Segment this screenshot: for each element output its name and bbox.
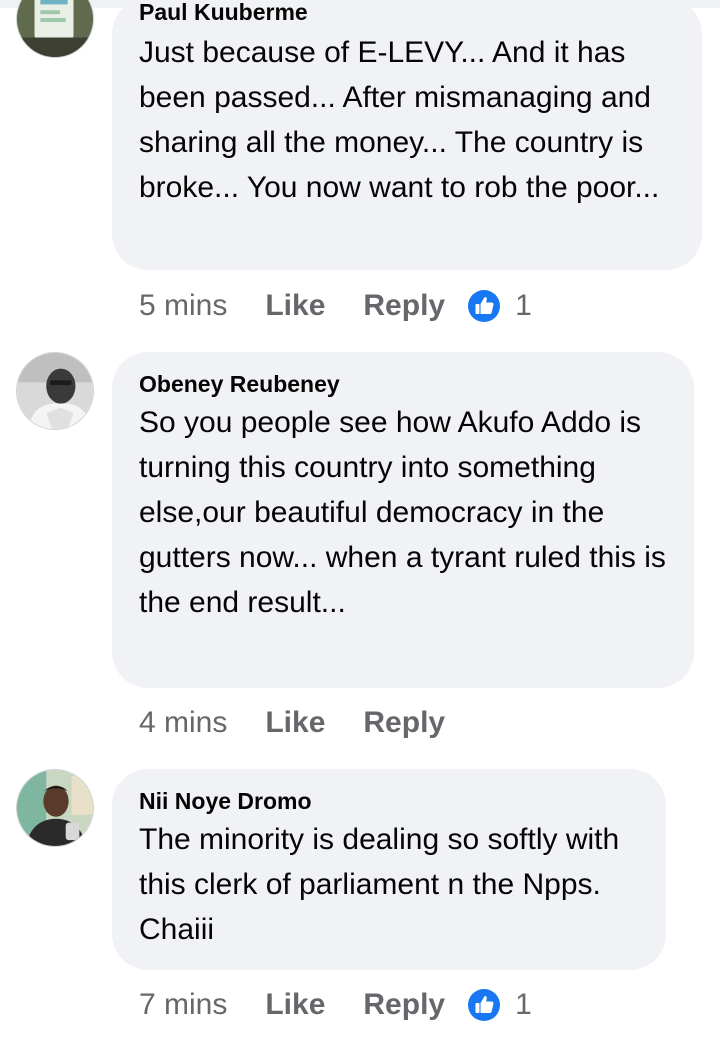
thumbs-up-icon <box>468 290 501 322</box>
reply-button[interactable]: Reply <box>363 706 445 740</box>
avatar[interactable] <box>16 0 94 58</box>
comment-actions: 5 mins Like Reply 1 <box>139 286 532 326</box>
like-button[interactable]: Like <box>265 988 325 1022</box>
comment-time[interactable]: 5 mins <box>139 289 227 323</box>
comment-author[interactable]: Obeney Reubeney <box>139 370 668 398</box>
comment-bubble: Nii Noye Dromo The minority is dealing s… <box>112 769 666 970</box>
reaction-summary[interactable]: 1 <box>467 289 532 323</box>
comment-text: Just because of E-LEVY... And it has bee… <box>139 36 660 204</box>
reaction-count: 1 <box>515 988 532 1021</box>
comment-author[interactable]: Paul Kuuberme <box>139 0 676 25</box>
avatar[interactable] <box>16 352 94 430</box>
comment-time[interactable]: 7 mins <box>139 988 227 1022</box>
comment-bubble: Obeney Reubeney So you people see how Ak… <box>112 352 694 688</box>
comment-text: The minority is dealing so softly with t… <box>139 823 620 946</box>
reaction-count: 1 <box>515 289 532 322</box>
comment-text: So you people see how Akufo Addo is turn… <box>139 406 666 619</box>
comment-actions: 7 mins Like Reply 1 <box>139 985 532 1025</box>
comment-author[interactable]: Nii Noye Dromo <box>139 787 640 815</box>
comment-time[interactable]: 4 mins <box>139 706 227 740</box>
like-button[interactable]: Like <box>265 706 325 740</box>
comment-actions: 4 mins Like Reply <box>139 703 467 743</box>
thumbs-up-icon <box>468 989 501 1021</box>
reply-button[interactable]: Reply <box>363 988 445 1022</box>
reaction-summary[interactable]: 1 <box>467 988 532 1022</box>
avatar[interactable] <box>16 769 94 847</box>
comment-bubble: Paul Kuuberme Just because of E-LEVY... … <box>112 0 702 270</box>
reply-button[interactable]: Reply <box>363 289 445 323</box>
like-button[interactable]: Like <box>265 289 325 323</box>
